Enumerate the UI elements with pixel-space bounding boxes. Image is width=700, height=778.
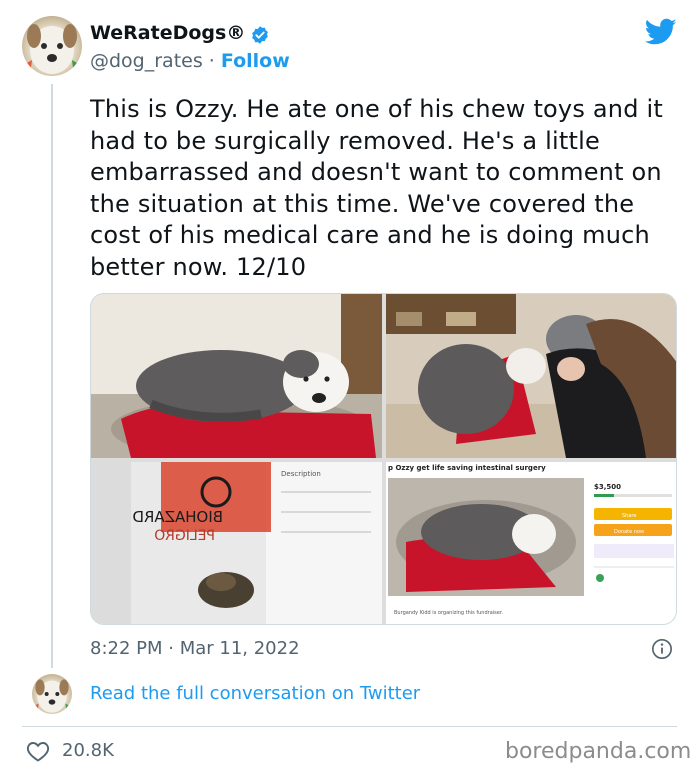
biohazard-bag-photo[interactable]: BIOHAZARD PELIGRO Description [91,462,382,624]
share-label: Share [622,513,636,519]
read-conversation-link[interactable]: Read the full conversation on Twitter [90,683,420,704]
tweet-text: This is Ozzy. He ate one of his chew toy… [90,95,663,281]
verified-badge-icon [252,26,268,44]
twitter-bird-icon[interactable] [645,18,677,46]
small-author-avatar[interactable] [32,674,72,714]
biohazard-text: BIOHAZARD [132,508,223,526]
info-icon[interactable] [651,638,673,660]
author-handle[interactable]: @dog_rates [90,50,203,72]
dog-hugging-woman-photo[interactable] [386,294,676,458]
author-avatar[interactable] [22,16,82,76]
organizer-text: Burgandy Kidd is organizing this fundrai… [394,610,503,616]
media-grid: BIOHAZARD PELIGRO Description p Ozzy get… [90,293,677,625]
tweet-timestamp[interactable]: 8:22 PM · Mar 11, 2022 [90,638,300,659]
heart-icon[interactable] [26,740,50,762]
peligro-text: PELIGRO [154,528,215,544]
fundraiser-screenshot[interactable]: p Ozzy get life saving intestinal surger… [386,462,676,624]
dog-on-red-bed-photo[interactable] [91,294,382,458]
fundraiser-amount: $3,500 [594,483,621,491]
footer-divider [22,726,677,727]
donate-label: Donate now [614,529,644,535]
thread-connector-line [51,84,53,668]
fundraiser-title: p Ozzy get life saving intestinal surger… [388,464,546,472]
like-count[interactable]: 20.8K [62,740,114,761]
source-watermark: boredpanda.com [505,739,692,764]
author-handle-row: @dog_rates · Follow [90,50,290,72]
author-display-name[interactable]: WeRateDogs® [90,22,245,44]
handle-separator: · [202,50,221,72]
form-label: Description [281,470,321,478]
follow-button[interactable]: Follow [221,50,290,72]
dog-avatar-icon [22,24,82,76]
dog-avatar-icon [32,679,72,714]
